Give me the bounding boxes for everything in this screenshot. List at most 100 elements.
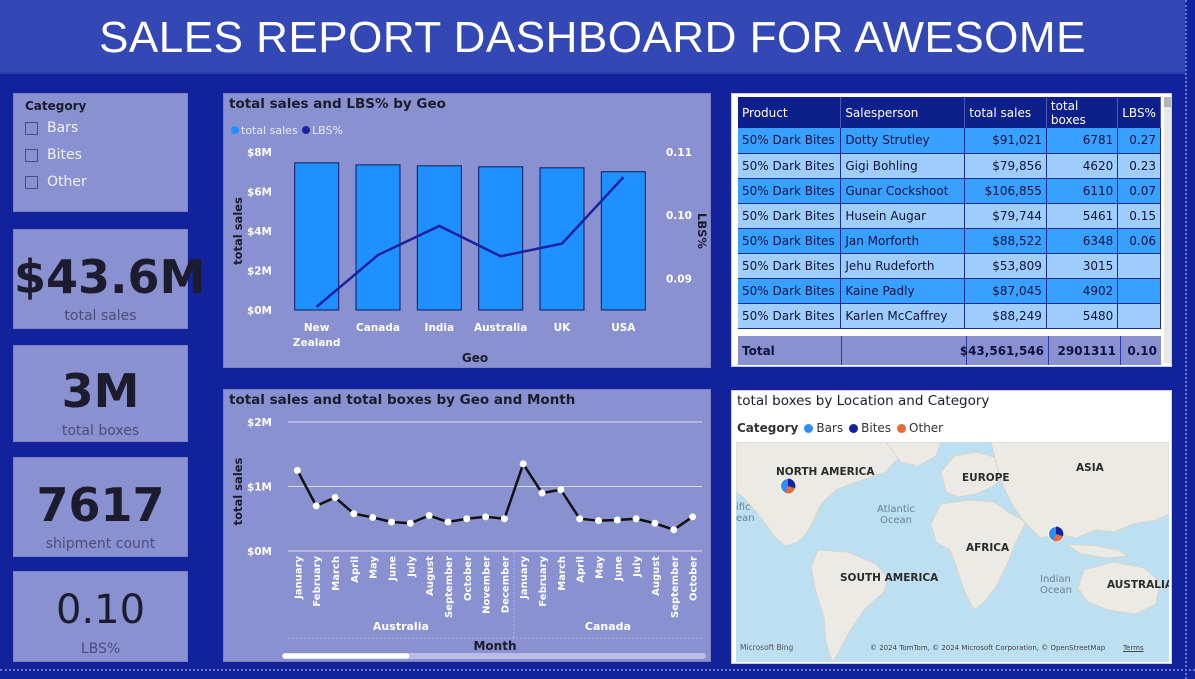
- x-tick-label: March: [557, 556, 568, 591]
- month-line-chart: $0M $1M $2M total sales January February March…: [231, 417, 706, 660]
- map-label: ean: [736, 513, 755, 524]
- scrollbar-thumb[interactable]: [1164, 97, 1171, 107]
- data-point: [632, 515, 640, 523]
- bing-logo: Microsoft Bing: [740, 643, 794, 652]
- column-header-lbs[interactable]: LBS%: [1117, 97, 1161, 128]
- kpi-card-shipment-count: 7617 shipment count: [13, 457, 188, 557]
- table-cell: Gigi Bohling: [840, 153, 966, 179]
- table-cell: $91,021: [964, 128, 1047, 154]
- column-header-total-boxes[interactable]: total boxes: [1046, 97, 1119, 128]
- checkbox[interactable]: [25, 148, 38, 162]
- world-map[interactable]: NORTH AMERICA EUROPE ASIA AFRICA SOUTH A…: [736, 442, 1169, 662]
- column-header-total-sales[interactable]: total sales: [964, 97, 1047, 128]
- checkbox[interactable]: [25, 121, 38, 135]
- x-tick-label: February: [538, 556, 549, 607]
- legend-label: Bars: [816, 421, 844, 435]
- x-axis-label: Month: [473, 639, 516, 653]
- x-tick-label: New: [304, 322, 330, 334]
- table-cell: 50% Dark Bites: [738, 303, 842, 329]
- table-cell: 6348: [1046, 228, 1119, 254]
- map-label: Ocean: [1040, 585, 1072, 596]
- x-tick-label: December: [500, 556, 511, 613]
- map-label: AUSTRALIA: [1107, 579, 1169, 591]
- slicer-item-bars[interactable]: Bars: [25, 118, 78, 138]
- table-cell: 50% Dark Bites: [738, 203, 842, 229]
- group-label: Canada: [585, 620, 631, 633]
- table-cell: $53,809: [964, 253, 1047, 279]
- map-terms-link[interactable]: Terms: [1123, 644, 1144, 652]
- bar-new-zealand: [294, 162, 340, 311]
- y-axis-label: total sales: [231, 457, 245, 525]
- table-cell: 5461: [1046, 203, 1119, 229]
- y-tick-label: $2M: [247, 266, 272, 278]
- table-body: 50% Dark Bites Dotty Strutley $91,021 6781 0…: [738, 128, 1161, 329]
- data-point: [444, 518, 452, 526]
- table-cell: 0.06: [1117, 228, 1161, 254]
- table-cell: $88,249: [964, 303, 1047, 329]
- table-cell: 4620: [1046, 153, 1119, 179]
- table-row[interactable]: 50% Dark Bites Jan Morforth $88,522 6348 0.0…: [738, 228, 1161, 254]
- y-tick-label: $2M: [247, 417, 272, 429]
- table-cell: 0.23: [1117, 153, 1161, 179]
- table-row[interactable]: 50% Dark Bites Gunar Cockshoot $106,855 611…: [738, 178, 1161, 204]
- table-row[interactable]: 50% Dark Bites Husein Augar $79,744 5461 0.1…: [738, 203, 1161, 229]
- table-cell: $88,522: [964, 228, 1047, 254]
- checkbox[interactable]: [25, 175, 38, 189]
- table-cell: Husein Augar: [840, 203, 966, 229]
- map-label: Ocean: [880, 515, 912, 526]
- category-slicer: Category Bars Bites Other: [13, 93, 188, 212]
- column-header-salesperson[interactable]: Salesperson: [840, 97, 966, 128]
- table-cell: Jan Morforth: [840, 228, 966, 254]
- x-tick-label: March: [331, 556, 342, 591]
- geo-combo-chart: total sales LBS% $0M $2M $4M $6M $8M 0.09 0.10 0.…: [231, 124, 709, 365]
- data-point: [482, 513, 490, 521]
- x-tick-label: August: [651, 556, 662, 596]
- table-cell: 50% Dark Bites: [738, 153, 842, 179]
- data-point: [293, 466, 301, 474]
- y-tick-label: $6M: [247, 187, 272, 199]
- legend-dot-other: [897, 423, 907, 433]
- x-tick-label: September: [670, 556, 681, 618]
- x-tick-label: August: [425, 556, 436, 596]
- table-cell: $79,744: [964, 203, 1047, 229]
- table-cell: 0.07: [1117, 178, 1161, 204]
- table-row[interactable]: 50% Dark Bites Kaine Padly $87,045 4902: [738, 278, 1161, 304]
- y2-tick-label: 0.10: [666, 210, 692, 222]
- y-axis-label: total sales: [231, 197, 245, 265]
- slicer-item-bites[interactable]: Bites: [25, 145, 82, 165]
- total-cell: [842, 336, 967, 365]
- pie-marker-india[interactable]: [1048, 526, 1064, 542]
- pie-marker-north-america[interactable]: [780, 478, 796, 494]
- total-sales-cell: $43,561,546: [960, 336, 1049, 365]
- y-tick-label: $4M: [247, 226, 272, 238]
- table-cell: Kaine Padly: [840, 278, 966, 304]
- x-tick-label: February: [312, 556, 323, 607]
- kpi-card-lbs: 0.10 LBS%: [13, 571, 188, 662]
- table-row[interactable]: 50% Dark Bites Gigi Bohling $79,856 4620 0.2…: [738, 153, 1161, 179]
- slicer-item-label: Bites: [47, 147, 82, 163]
- bar-india: [416, 165, 462, 311]
- y2-axis-label: LBS%: [695, 213, 709, 249]
- table-row[interactable]: 50% Dark Bites Karlen McCaffrey $88,249 548…: [738, 303, 1161, 329]
- x-tick-label: May: [369, 556, 380, 579]
- table-cell: 50% Dark Bites: [738, 278, 842, 304]
- table-header-row: Product Salesperson total sales total bo…: [738, 97, 1161, 128]
- map-label: Indian: [1040, 574, 1071, 585]
- data-point: [519, 460, 527, 468]
- group-label: Australia: [373, 620, 429, 633]
- table-row[interactable]: 50% Dark Bites Jehu Rudeforth $53,809 3015: [738, 253, 1161, 279]
- table-scrollbar[interactable]: [1164, 97, 1171, 363]
- table-cell: 6781: [1046, 128, 1119, 154]
- x-tick-label: September: [444, 556, 455, 618]
- map-attribution: © 2024 TomTom, © 2024 Microsoft Corporat…: [870, 644, 1106, 652]
- slicer-item-other[interactable]: Other: [25, 172, 87, 192]
- legend-label: Other: [909, 421, 944, 435]
- data-point: [369, 513, 377, 521]
- kpi-card-total-boxes: 3M total boxes: [13, 345, 188, 442]
- table-row[interactable]: 50% Dark Bites Dotty Strutley $91,021 6781 0…: [738, 128, 1161, 154]
- legend-label: Bites: [861, 421, 892, 435]
- total-lbs-cell: 0.10: [1127, 343, 1157, 358]
- scrollbar-thumb[interactable]: [281, 652, 411, 660]
- x-tick-label: January: [519, 556, 530, 600]
- column-header-product[interactable]: Product: [738, 97, 842, 128]
